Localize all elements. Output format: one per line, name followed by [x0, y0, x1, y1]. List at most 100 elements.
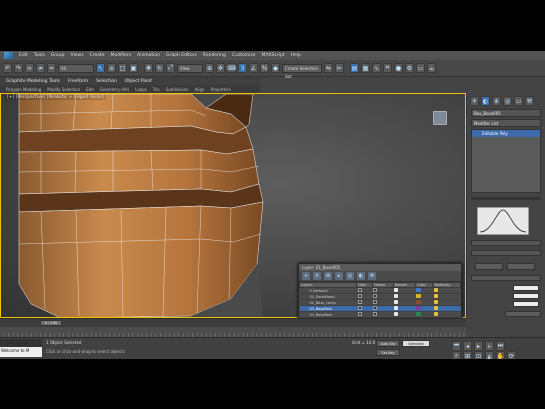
- set-key-button[interactable]: Set Key: [376, 349, 400, 356]
- create-layer-icon[interactable]: +: [302, 272, 310, 280]
- hide-all-icon[interactable]: ◐: [357, 272, 365, 280]
- panel-tris[interactable]: Tris: [153, 87, 160, 92]
- play-icon[interactable]: ▸: [474, 341, 483, 351]
- render-production-icon[interactable]: ☕: [427, 63, 436, 73]
- maxscript-listener[interactable]: Welcome to M: [0, 347, 42, 357]
- menu-modifiers[interactable]: Modifiers: [111, 53, 132, 58]
- tab-graphite-modeling[interactable]: Graphite Modeling Tools: [6, 79, 60, 84]
- selection-filter-dropdown[interactable]: All: [58, 63, 94, 73]
- menu-create[interactable]: Create: [90, 53, 105, 58]
- time-slider[interactable]: 0 / 100: [0, 318, 466, 327]
- brush-options-button[interactable]: [505, 311, 541, 317]
- highlight-layer-icon[interactable]: ◎: [346, 272, 354, 280]
- panel-edit[interactable]: Edit: [86, 87, 94, 92]
- next-frame-icon[interactable]: ▹: [485, 341, 494, 351]
- pan-icon[interactable]: ✋: [496, 351, 505, 359]
- panel-geometry[interactable]: Geometry (All): [100, 87, 129, 92]
- menu-views[interactable]: Views: [71, 53, 84, 58]
- redo-icon[interactable]: ↷: [14, 63, 23, 73]
- snap-toggle-icon[interactable]: 3: [238, 63, 247, 73]
- select-in-layer-icon[interactable]: ▸: [335, 272, 343, 280]
- panel-properties[interactable]: Properties: [211, 87, 231, 92]
- bind-icon[interactable]: ≈: [47, 63, 56, 73]
- move-icon[interactable]: ✥: [144, 63, 153, 73]
- named-selection-dropdown[interactable]: Create Selection Set: [282, 63, 322, 79]
- zoom-icon[interactable]: ⌕: [452, 351, 461, 359]
- window-crossing-icon[interactable]: ▣: [129, 63, 138, 73]
- menu-rendering[interactable]: Rendering: [203, 53, 226, 58]
- maxscript-listener-top[interactable]: [0, 339, 42, 347]
- viewcube-icon[interactable]: [433, 111, 447, 125]
- tab-object-paint[interactable]: Object Paint: [125, 79, 152, 84]
- tab-freeform[interactable]: Freeform: [68, 79, 88, 84]
- modify-tab-icon[interactable]: ◐: [481, 96, 490, 106]
- schematic-view-icon[interactable]: ⌗: [383, 63, 392, 73]
- material-editor-icon[interactable]: ●: [394, 63, 403, 73]
- zoom-extents-icon[interactable]: ⊡: [474, 351, 483, 359]
- lock-soft-button[interactable]: [507, 263, 535, 270]
- menu-edit[interactable]: Edit: [19, 53, 28, 58]
- mirror-icon[interactable]: ⇋: [324, 63, 333, 73]
- modifier-stack-item[interactable]: Editable Poly: [472, 130, 540, 137]
- select-object-icon[interactable]: ↖: [96, 63, 105, 73]
- falloff-field[interactable]: [513, 285, 539, 291]
- add-to-layer-icon[interactable]: ⊕: [324, 272, 332, 280]
- display-tab-icon[interactable]: ▭: [514, 96, 523, 106]
- time-slider-thumb[interactable]: 0 / 100: [40, 320, 62, 326]
- utilities-tab-icon[interactable]: ⚒: [525, 96, 534, 106]
- curve-editor-icon[interactable]: ∿: [372, 63, 381, 73]
- unlink-icon[interactable]: ≠: [36, 63, 45, 73]
- menu-customize[interactable]: Customize: [232, 53, 256, 58]
- rotate-icon[interactable]: ↻: [155, 63, 164, 73]
- rendered-frame-icon[interactable]: ▭: [416, 63, 425, 73]
- delete-layer-icon[interactable]: ×: [313, 272, 321, 280]
- track-bar[interactable]: [0, 327, 466, 337]
- menu-group[interactable]: Group: [51, 53, 65, 58]
- panel-loops[interactable]: Loops: [135, 87, 147, 92]
- tab-selection[interactable]: Selection: [96, 79, 117, 84]
- go-to-end-icon[interactable]: ⏭: [496, 341, 505, 351]
- shaded-face-button[interactable]: [475, 263, 503, 270]
- menu-animation[interactable]: Animation: [137, 53, 160, 58]
- align-icon[interactable]: ⊨: [335, 63, 344, 73]
- percent-snap-icon[interactable]: %: [260, 63, 269, 73]
- key-filter-field[interactable]: Selected: [402, 340, 430, 347]
- pivot-icon[interactable]: ⊕: [205, 63, 214, 73]
- zoom-all-icon[interactable]: ⊞: [463, 351, 472, 359]
- fov-icon[interactable]: ◭: [485, 351, 494, 359]
- prev-frame-icon[interactable]: ◂: [463, 341, 472, 351]
- go-to-start-icon[interactable]: ⏮: [452, 341, 461, 351]
- menu-maxscript[interactable]: MAXScript: [262, 53, 285, 58]
- undo-icon[interactable]: ↶: [3, 63, 12, 73]
- motion-tab-icon[interactable]: ◎: [503, 96, 512, 106]
- create-tab-icon[interactable]: ☀: [470, 96, 479, 106]
- menu-graph-editors[interactable]: Graph Editors: [166, 53, 197, 58]
- bubble-field[interactable]: [513, 301, 539, 307]
- panel-subdivision[interactable]: Subdivision: [166, 87, 189, 92]
- menu-tools[interactable]: Tools: [34, 53, 45, 58]
- panel-align[interactable]: Align: [195, 87, 205, 92]
- app-logo-icon[interactable]: [4, 52, 13, 59]
- auto-key-button[interactable]: Auto Key: [376, 340, 400, 347]
- rect-selection-icon[interactable]: □: [118, 63, 127, 73]
- graphite-toggle-icon[interactable]: ▦: [361, 63, 370, 73]
- menu-help[interactable]: Help: [291, 53, 301, 58]
- orbit-icon[interactable]: ⟳: [507, 351, 516, 359]
- panel-modify-selection[interactable]: Modify Selection: [47, 87, 80, 92]
- pinch-field[interactable]: [513, 293, 539, 299]
- freeze-all-icon[interactable]: ❄: [368, 272, 376, 280]
- link-icon[interactable]: ∞: [25, 63, 34, 73]
- modifier-list-dropdown[interactable]: Modifier List: [471, 119, 541, 127]
- reference-coord-dropdown[interactable]: View: [177, 63, 203, 73]
- layer-manager-icon[interactable]: ▤: [350, 63, 359, 73]
- select-by-name-icon[interactable]: ≡: [107, 63, 116, 73]
- panel-polygon-modeling[interactable]: Polygon Modeling: [6, 87, 41, 92]
- viewport-label[interactable]: [+] [Perspective] [Realistic + Edged Fac…: [5, 95, 106, 100]
- spinner-snap-icon[interactable]: ◆: [271, 63, 280, 73]
- keyboard-shortcut-icon[interactable]: ⌨: [227, 63, 236, 73]
- scale-icon[interactable]: ⤢: [166, 63, 175, 73]
- select-manipulate-icon[interactable]: ✜: [216, 63, 225, 73]
- render-setup-icon[interactable]: ⚙: [405, 63, 414, 73]
- object-name-field[interactable]: Box_Base005: [471, 109, 541, 117]
- angle-snap-icon[interactable]: ∠: [249, 63, 258, 73]
